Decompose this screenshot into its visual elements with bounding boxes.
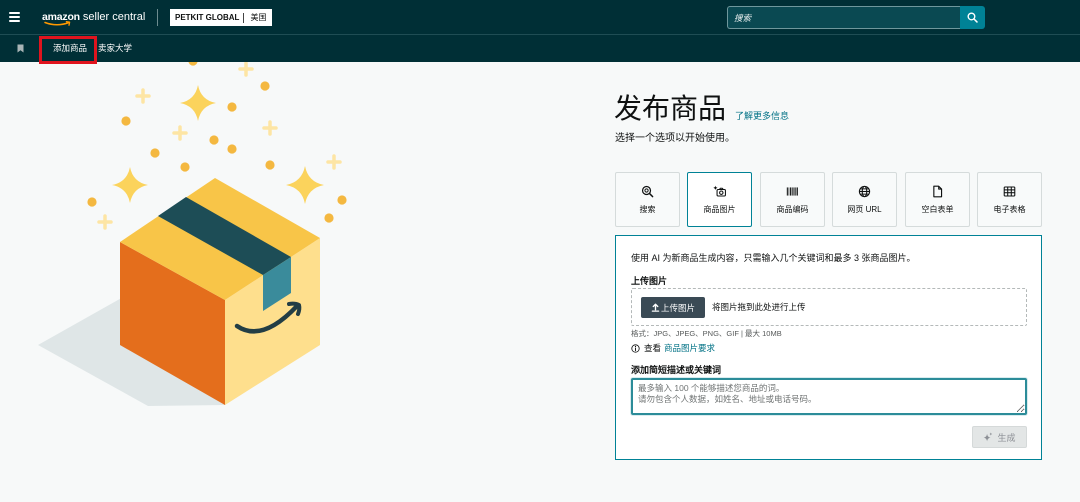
sparkle-dot xyxy=(209,135,219,145)
sparkle-plus xyxy=(172,125,188,141)
requirements-prefix: 查看 xyxy=(644,343,662,353)
document-icon xyxy=(933,185,943,198)
sparkle-star xyxy=(180,85,216,121)
description-input[interactable] xyxy=(631,378,1027,415)
sparkle-plus xyxy=(97,214,113,230)
globe-icon xyxy=(858,185,871,198)
sparkle-plus xyxy=(238,62,254,77)
upload-button-label: 上传图片 xyxy=(660,302,695,313)
sparkle-dot xyxy=(227,144,237,154)
option-label: 搜索 xyxy=(639,205,656,214)
panel-intro: 使用 AI 为新商品生成内容，只需输入几个关键词和最多 3 张商品图片。 xyxy=(631,253,916,263)
option-label: 空白表单 xyxy=(921,205,954,214)
sparkle-star xyxy=(286,166,324,204)
image-requirements-link[interactable]: 商品图片要求 xyxy=(664,343,715,354)
top-bar: amazon seller central PETKIT GLOBAL 美国 xyxy=(0,0,1080,34)
camera-sparkle-icon xyxy=(713,185,726,197)
generate-button-label: 生成 xyxy=(997,432,1016,443)
option-tile-spreadsheet[interactable]: 电子表格 xyxy=(977,172,1042,227)
option-label: 网页 URL xyxy=(847,205,882,214)
upload-image-button[interactable]: 上传图片 xyxy=(641,297,705,318)
barcode-icon xyxy=(786,187,798,196)
nav-item-seller-university[interactable]: 卖家大学 xyxy=(98,43,132,54)
sparkle-star xyxy=(112,167,148,203)
hamburger-icon[interactable] xyxy=(9,12,21,23)
sparkle-dot xyxy=(265,160,275,170)
bookmark-icon[interactable] xyxy=(17,44,24,53)
sparkle-dot xyxy=(227,102,237,112)
learn-more-link[interactable]: 了解更多信息 xyxy=(735,110,789,122)
sparkle-dot xyxy=(87,197,97,207)
search-icon xyxy=(641,185,654,198)
search-button[interactable] xyxy=(960,6,985,29)
upload-heading: 上传图片 xyxy=(631,276,668,286)
sparkle-dot xyxy=(121,116,131,126)
generate-button[interactable]: 生成 xyxy=(972,426,1027,448)
sparkle-dot xyxy=(337,195,347,205)
option-label: 商品图片 xyxy=(703,205,736,214)
option-tile-web-url[interactable]: 网页 URL xyxy=(832,172,897,227)
sparkle-icon xyxy=(984,432,993,442)
logo-product: seller central xyxy=(82,11,146,23)
sparkle-dot xyxy=(260,81,270,91)
sparkle-dot xyxy=(188,62,198,66)
header-divider xyxy=(157,9,158,26)
account-name: PETKIT GLOBAL xyxy=(175,12,240,22)
sub-navigation: 添加商品 卖家大学 xyxy=(0,34,1080,62)
product-image-panel: 使用 AI 为新商品生成内容，只需输入几个关键词和最多 3 张商品图片。 上传图… xyxy=(615,235,1042,460)
sparkle-dot xyxy=(150,148,160,158)
image-dropzone[interactable]: 上传图片 将图片拖到此处进行上传 xyxy=(631,288,1027,326)
sparkle-plus xyxy=(262,120,278,136)
seller-central-logo[interactable]: amazon seller central xyxy=(42,9,145,27)
option-tile-blank-form[interactable]: 空白表单 xyxy=(905,172,970,227)
nav-item-add-product[interactable]: 添加商品 xyxy=(53,43,87,54)
format-hint: 格式：JPG、JPEG、PNG、GIF | 最大 10MB xyxy=(631,329,782,338)
account-separator xyxy=(243,12,245,23)
option-tile-product-image[interactable]: 商品图片 xyxy=(687,172,752,227)
page-title: 发布商品 xyxy=(614,93,727,124)
spreadsheet-icon xyxy=(1003,186,1016,197)
amazon-smile-icon xyxy=(44,21,71,26)
page-subtitle: 选择一个选项以开始使用。 xyxy=(615,133,735,144)
account-switcher[interactable]: PETKIT GLOBAL 美国 xyxy=(170,9,272,26)
option-tiles: 搜索 商品图片 商品编码 网页 URL 空白表单 电子表格 xyxy=(615,172,1042,227)
sparkle-dot xyxy=(324,213,334,223)
account-region: 美国 xyxy=(250,12,267,22)
product-box-illustration xyxy=(38,62,347,406)
search-input[interactable] xyxy=(727,6,960,29)
option-tile-product-code[interactable]: 商品编码 xyxy=(760,172,825,227)
option-label: 商品编码 xyxy=(776,205,809,214)
sparkle-plus xyxy=(326,154,342,170)
option-label: 电子表格 xyxy=(993,205,1026,214)
info-icon xyxy=(631,344,640,353)
description-heading: 添加简短描述或关键词 xyxy=(631,365,722,375)
image-requirements-row: 查看 商品图片要求 xyxy=(631,343,715,354)
search-icon xyxy=(967,12,978,23)
sparkle-dot xyxy=(180,162,190,172)
option-tile-search[interactable]: 搜索 xyxy=(615,172,680,227)
sparkle-plus xyxy=(135,88,151,104)
drop-hint: 将图片拖到此处进行上传 xyxy=(712,302,806,312)
upload-icon xyxy=(651,303,660,312)
